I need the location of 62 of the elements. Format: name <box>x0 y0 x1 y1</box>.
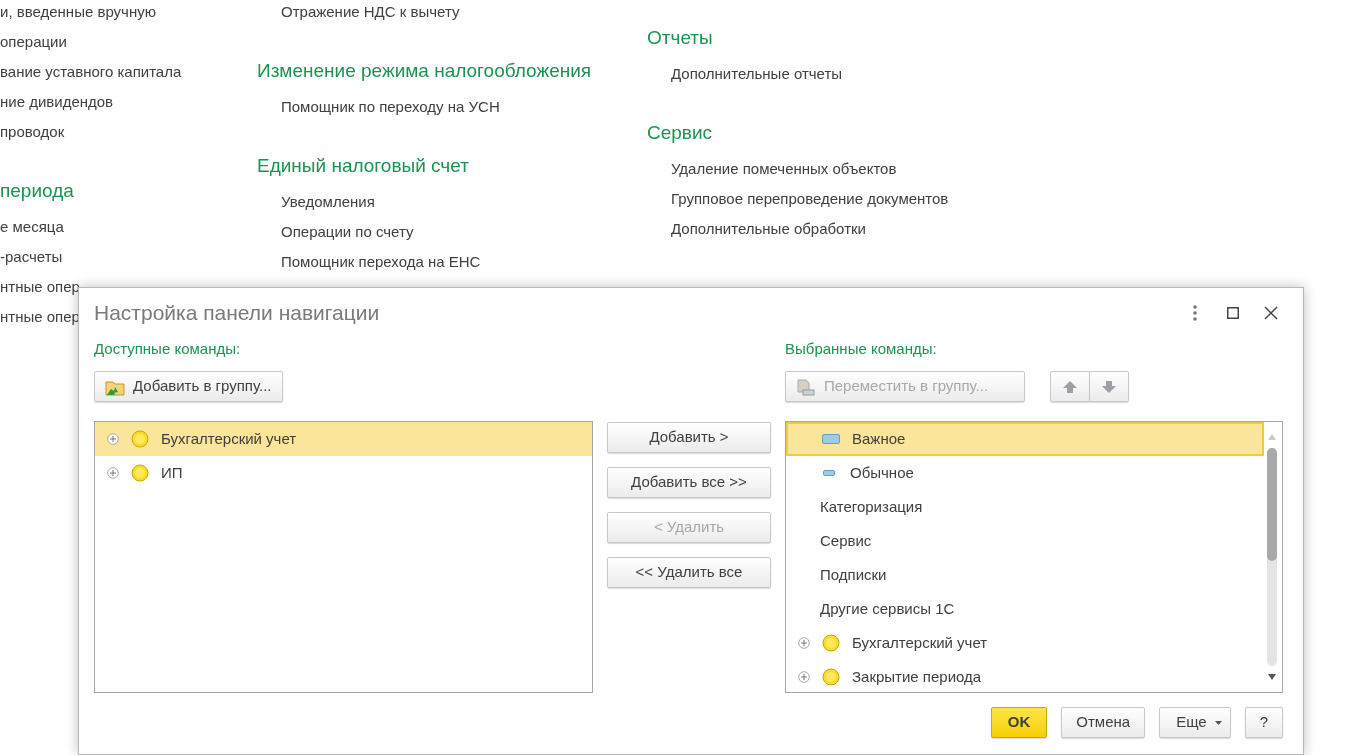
nav-link[interactable]: Отражение НДС к вычету <box>257 0 647 27</box>
scroll-up-icon[interactable] <box>1268 434 1276 440</box>
nav-link[interactable]: Дополнительные отчеты <box>647 59 1147 89</box>
list-item[interactable]: Сервис <box>786 524 1282 558</box>
transfer-button[interactable]: << Удалить все <box>607 557 771 588</box>
scroll-down-icon[interactable] <box>1268 674 1276 680</box>
nav-link[interactable]: Групповое перепроведение документов <box>647 184 1147 214</box>
arrow-down-icon <box>1101 379 1117 394</box>
circle-icon <box>822 668 840 686</box>
nav-link[interactable]: Уведомления <box>257 187 647 217</box>
section-heading: Сервис <box>647 121 714 145</box>
list-item[interactable]: Бухгалтерский учет <box>786 626 1282 660</box>
nav-link[interactable]: проводок <box>0 117 257 147</box>
expand-icon[interactable] <box>798 637 810 649</box>
circle-icon <box>131 430 149 448</box>
nav-link[interactable]: вание уставного капитала <box>0 57 257 87</box>
list-item[interactable]: Бухгалтерский учет <box>95 422 592 456</box>
document-icon <box>796 376 816 397</box>
caret-icon <box>1214 720 1222 725</box>
circle-icon <box>822 634 840 652</box>
dialog-button[interactable]: ? <box>1244 707 1283 738</box>
add-to-group-button[interactable]: Добавить в группу... <box>94 371 283 402</box>
nav-link[interactable]: Дополнительные обработки <box>647 214 1147 244</box>
nav-link[interactable]: Помощник по переходу на УСН <box>257 92 647 122</box>
transfer-button[interactable]: Добавить все >> <box>607 467 771 498</box>
ok-button[interactable]: OK <box>990 707 1048 738</box>
more-icon[interactable] <box>1193 305 1197 321</box>
nav-link[interactable]: -расчеты <box>0 242 257 272</box>
list-item[interactable]: Обычное <box>786 456 1282 490</box>
expand-icon[interactable] <box>798 671 810 683</box>
list-item[interactable]: Другие сервисы 1С <box>786 592 1282 626</box>
nav-link[interactable]: Помощник перехода на ЕНС <box>257 247 647 277</box>
section-heading: Отчеты <box>647 26 714 50</box>
section-heading: Изменение режима налогообложения <box>257 59 593 83</box>
expand-icon[interactable] <box>107 433 119 445</box>
section-heading: периода <box>0 179 75 203</box>
pane-label: Выбранные команды: <box>785 339 938 359</box>
dialog-title: Настройка панели навигации <box>94 300 381 327</box>
close-icon[interactable] <box>1264 306 1278 320</box>
list-item[interactable]: Закрытие периода <box>786 660 1282 692</box>
arrow-up-icon <box>1062 379 1078 394</box>
nav-link[interactable]: е месяца <box>0 212 257 242</box>
list-item[interactable]: Важное <box>786 422 1264 456</box>
expand-icon[interactable] <box>107 467 119 479</box>
scrollbar-thumb[interactable] <box>1267 448 1277 562</box>
move-down-button[interactable] <box>1090 371 1129 402</box>
nav-link[interactable]: Операции по счету <box>257 217 647 247</box>
list-item[interactable]: Категоризация <box>786 490 1282 524</box>
nav-link[interactable]: ние дивидендов <box>0 87 257 117</box>
nav-link[interactable]: Удаление помеченных объектов <box>647 154 1147 184</box>
section-heading: Единый налоговый счет <box>257 154 470 178</box>
list-item[interactable]: Подписки <box>786 558 1282 592</box>
list-item[interactable]: ИП <box>95 456 592 490</box>
nav-link[interactable]: операции <box>0 27 257 57</box>
maximize-icon[interactable] <box>1227 307 1239 319</box>
dialog-button[interactable]: Отмена <box>1061 707 1146 738</box>
circle-icon <box>131 464 149 482</box>
move-up-button[interactable] <box>1050 371 1090 402</box>
more-button[interactable]: Еще <box>1159 707 1231 738</box>
nav-link[interactable]: и, введенные вручную <box>0 0 257 27</box>
transfer-button[interactable]: Добавить > <box>607 422 771 453</box>
pane-label: Доступные команды: <box>94 339 242 359</box>
